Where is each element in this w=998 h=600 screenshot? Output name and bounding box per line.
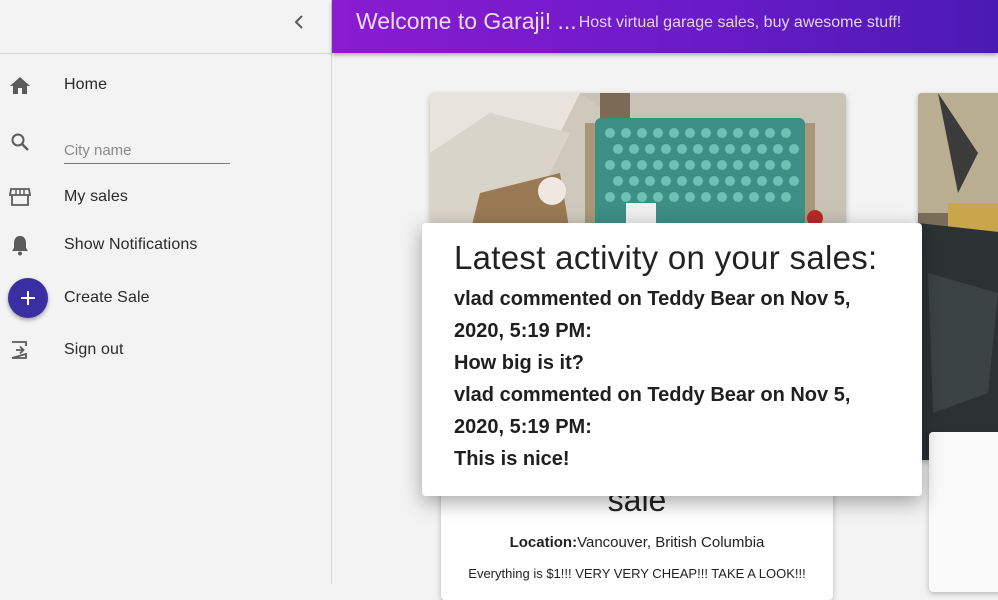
sidebar-item-label: Sign out xyxy=(64,341,124,358)
activity-comment: This is nice! xyxy=(454,448,570,470)
chevron-left-icon xyxy=(294,15,303,29)
sidebar-header xyxy=(0,0,331,54)
create-sale-fab[interactable] xyxy=(8,278,48,318)
sale-card-details-2[interactable] xyxy=(929,432,998,592)
search-icon xyxy=(8,130,32,154)
activity-comment: How big is it? xyxy=(454,352,584,374)
app-header: Welcome to Garaji! ... Host virtual gara… xyxy=(332,0,998,53)
plus-icon xyxy=(21,291,35,305)
sidebar-item-notifications[interactable]: Show Notifications xyxy=(0,223,331,267)
city-search-input[interactable] xyxy=(64,137,230,164)
modal-title: Latest activity on your sales: xyxy=(454,239,878,276)
sidebar-item-label: Show Notifications xyxy=(64,236,198,253)
header-subtitle: Host virtual garage sales, buy awesome s… xyxy=(578,14,902,31)
sidebar: Home My sales Show Notifications xyxy=(0,0,332,584)
sign-out-icon xyxy=(8,338,32,362)
sale-description: Everything is $1!!! VERY VERY CHEAP!!! T… xyxy=(468,566,806,581)
sidebar-item-sign-out[interactable]: Sign out xyxy=(0,328,331,372)
sidebar-item-label: Create Sale xyxy=(64,289,150,306)
sale-location: Location:Vancouver, British Columbia xyxy=(441,534,833,551)
collapse-sidebar-button[interactable] xyxy=(287,10,311,34)
sidebar-item-label: Home xyxy=(64,76,108,93)
notifications-modal: Latest activity on your sales: vlad comm… xyxy=(422,223,922,496)
sale-photo-image-2 xyxy=(918,93,998,460)
header-title: Welcome to Garaji! ... xyxy=(356,8,577,34)
bell-icon xyxy=(8,233,32,257)
activity-header: vlad commented on Teddy Bear on Nov 5, 2… xyxy=(454,288,851,342)
sidebar-item-create-sale[interactable]: Create Sale xyxy=(56,276,331,320)
sidebar-item-label: My sales xyxy=(64,188,128,205)
location-value: Vancouver, British Columbia xyxy=(577,534,765,551)
activity-header: vlad commented on Teddy Bear on Nov 5, 2… xyxy=(454,384,851,438)
sidebar-item-home[interactable]: Home xyxy=(0,63,331,107)
store-icon xyxy=(8,185,32,209)
home-icon xyxy=(8,73,32,97)
sale-card-photo-2[interactable] xyxy=(918,93,998,460)
location-label: Location: xyxy=(509,534,578,551)
sale-card-photo[interactable] xyxy=(430,93,846,233)
sale-photo-image xyxy=(430,93,846,233)
sidebar-item-my-sales[interactable]: My sales xyxy=(0,175,331,219)
